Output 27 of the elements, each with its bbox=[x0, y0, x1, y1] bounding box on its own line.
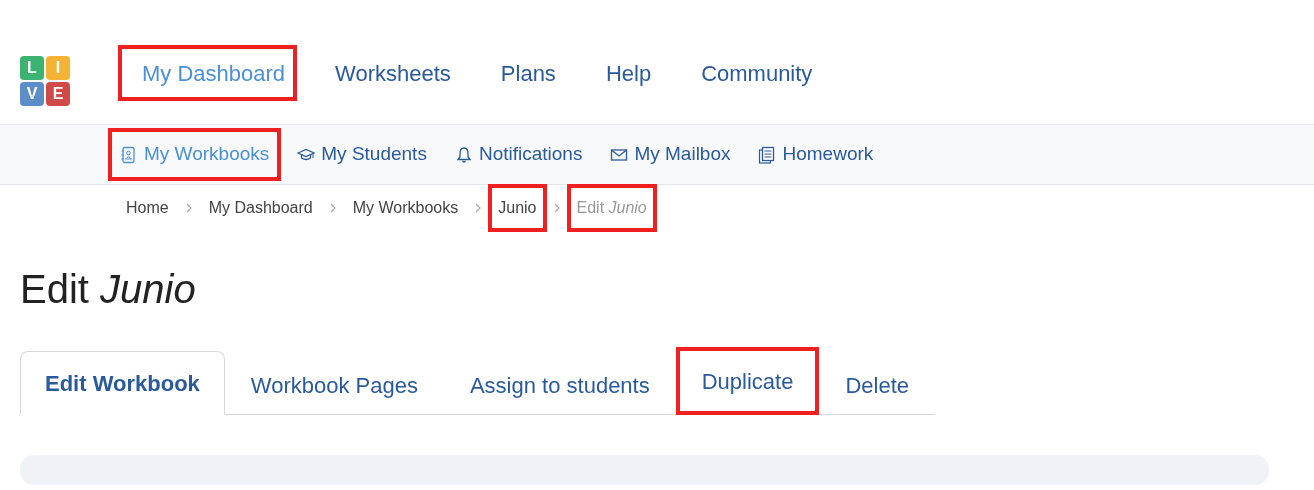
breadcrumb-link[interactable]: My Dashboard bbox=[198, 184, 323, 232]
tab[interactable]: Assign to students bbox=[443, 351, 676, 415]
subnav-link[interactable]: My Students bbox=[285, 128, 439, 181]
logo: L I V E bbox=[20, 56, 70, 106]
nav-link[interactable]: Community bbox=[677, 45, 825, 102]
subnav-link[interactable]: My Mailbox bbox=[598, 128, 743, 181]
chevron-icon bbox=[552, 203, 561, 213]
chevron-icon bbox=[184, 203, 193, 213]
nav-link[interactable]: Plans bbox=[476, 45, 568, 102]
subnav-link[interactable]: Notifications bbox=[442, 128, 595, 181]
bell-icon bbox=[454, 145, 473, 164]
breadcrumb-link[interactable]: Home bbox=[116, 184, 179, 232]
tab[interactable]: Edit Workbook bbox=[20, 351, 225, 415]
tab[interactable]: Duplicate bbox=[675, 347, 820, 415]
documents-icon bbox=[758, 145, 777, 164]
nav-link[interactable]: Help bbox=[581, 45, 664, 102]
nav-link[interactable]: Worksheets bbox=[311, 45, 463, 102]
breadcrumb-current: Edit Junio bbox=[566, 184, 657, 232]
tab[interactable]: Delete bbox=[819, 351, 935, 415]
subnav-link[interactable]: Homework bbox=[746, 128, 886, 181]
notebook-icon bbox=[120, 145, 138, 164]
breadcrumb-link[interactable]: My Workbooks bbox=[342, 184, 469, 232]
tab[interactable]: Workbook Pages bbox=[224, 351, 444, 415]
chevron-icon bbox=[474, 203, 483, 213]
chevron-icon bbox=[328, 203, 337, 213]
page-title: Edit Junio bbox=[20, 266, 197, 313]
breadcrumb-link[interactable]: Junio bbox=[488, 184, 547, 232]
